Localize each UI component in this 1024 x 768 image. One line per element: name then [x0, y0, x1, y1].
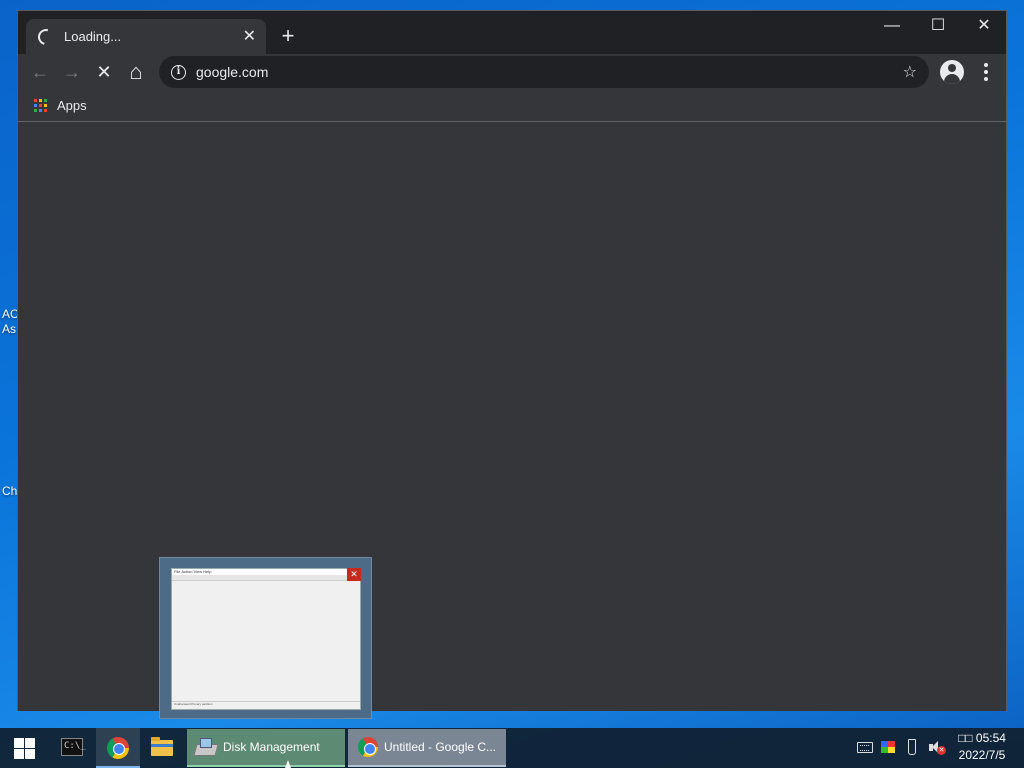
new-tab-button[interactable]: + [276, 25, 300, 49]
desktop-icon-label-fragment[interactable]: Ch [2, 484, 17, 498]
url-text[interactable]: google.com [196, 64, 903, 80]
thumbnail-toolbar [172, 575, 360, 581]
desktop-icon-label-fragment[interactable]: As [2, 322, 16, 336]
cmd-icon: C:\_ [61, 738, 86, 756]
preview-close-button[interactable]: ✕ [347, 568, 361, 581]
mute-badge-icon: ✕ [937, 746, 946, 755]
windows-logo-icon [14, 738, 24, 748]
maximize-button[interactable]: ☐ [915, 15, 961, 45]
clock-date: 2022/7/5 [958, 748, 1006, 762]
stop-loading-button[interactable]: ✕ [90, 58, 118, 86]
bookmarks-bar: Apps [18, 90, 1006, 122]
task-label: Untitled - Google C... [384, 740, 497, 754]
minimize-button[interactable]: — [869, 15, 915, 45]
taskbar-thumbnail-preview[interactable]: File Action View Help Unallocated Primar… [159, 557, 372, 719]
folder-icon [151, 737, 173, 756]
mouse-cursor [285, 760, 291, 768]
keyboard-icon[interactable] [857, 742, 873, 753]
thumbnail-status: Unallocated Primary partition [172, 701, 360, 709]
apps-bookmark[interactable]: Apps [57, 98, 87, 113]
tab-close-button[interactable]: ✕ [243, 28, 256, 45]
close-window-button[interactable]: ✕ [961, 15, 1007, 45]
bookmark-star-icon[interactable]: ☆ [903, 62, 917, 82]
taskbar-file-explorer-button[interactable] [140, 728, 184, 768]
taskbar-task-disk-management[interactable]: Disk Management [187, 729, 345, 767]
task-label: Disk Management [223, 740, 320, 754]
back-button[interactable]: ← [26, 58, 54, 86]
usb-device-icon[interactable] [908, 739, 916, 755]
start-button[interactable] [0, 728, 48, 768]
home-button[interactable]: ⌂ [122, 58, 150, 86]
profile-avatar-icon[interactable] [940, 60, 964, 84]
title-bar[interactable]: Loading... ✕ + — ☐ ✕ [18, 11, 1006, 54]
chrome-icon [358, 737, 378, 757]
disk-management-thumbnail: File Action View Help Unallocated Primar… [171, 568, 361, 710]
taskbar-cmd-button[interactable]: C:\_ [50, 728, 94, 768]
disk-management-icon [195, 738, 215, 756]
system-clock[interactable]: □□ 05:54 2022/7/5 [952, 730, 1012, 766]
chrome-icon [107, 737, 129, 759]
taskbar-chrome-button[interactable] [96, 728, 140, 768]
apps-grid-icon[interactable] [34, 98, 48, 113]
address-bar[interactable]: i google.com ☆ [159, 56, 929, 88]
forward-button[interactable]: → [58, 58, 86, 86]
taskbar: C:\_ Disk Management Untitled - Google C… [0, 728, 1024, 768]
clock-time: □□ 05:54 [958, 731, 1006, 745]
chrome-menu-icon[interactable] [974, 58, 998, 86]
browser-tab[interactable]: Loading... ✕ [26, 19, 266, 54]
taskbar-task-chrome[interactable]: Untitled - Google C... [348, 729, 506, 767]
site-info-icon[interactable]: i [171, 64, 186, 80]
display-color-icon[interactable] [881, 741, 895, 753]
browser-toolbar: ← → ✕ ⌂ i google.com ☆ [18, 54, 1006, 90]
tab-title: Loading... [64, 29, 122, 44]
loading-spinner-icon [35, 25, 57, 48]
